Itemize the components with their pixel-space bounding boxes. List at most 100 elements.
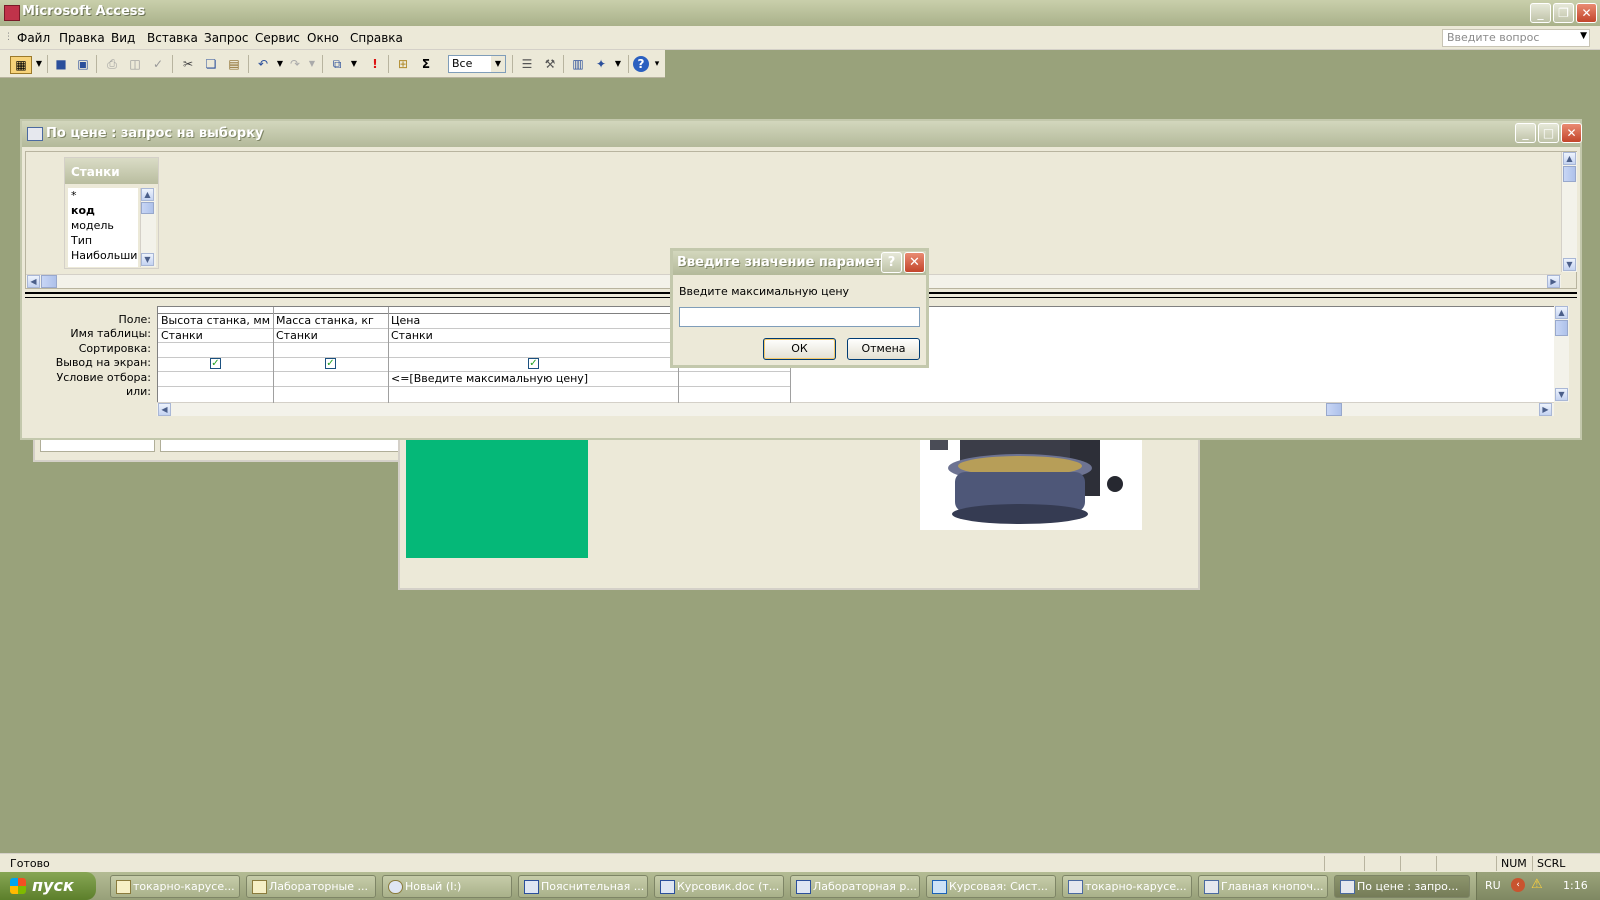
menu-help[interactable]: Справка (350, 31, 403, 45)
table-pane-vscroll[interactable]: ▲ ▼ (1561, 152, 1577, 272)
grid-column[interactable]: Высота станка, мм Станки ✓ (158, 307, 274, 403)
query-close-button[interactable]: ✕ (1561, 123, 1582, 143)
taskbar-item[interactable]: токарно-карусе... (110, 875, 240, 898)
paste-icon[interactable]: ▤ (226, 56, 242, 72)
scroll-right-icon[interactable]: ▶ (1547, 275, 1560, 288)
close-button[interactable]: ✕ (1576, 3, 1597, 23)
preview-icon[interactable]: ◫ (127, 56, 143, 72)
grid-cell-sort[interactable] (273, 343, 276, 357)
field-list-item[interactable]: код (68, 203, 138, 218)
scroll-left-icon[interactable]: ◀ (158, 403, 171, 416)
menu-tools[interactable]: Сервис (255, 31, 300, 45)
ok-button[interactable]: ОК (763, 338, 836, 360)
view-dropdown-icon[interactable]: ▼ (31, 56, 47, 72)
grid-vscroll[interactable]: ▲ ▼ (1553, 306, 1569, 402)
scroll-thumb[interactable] (141, 202, 154, 214)
scroll-down-icon[interactable]: ▼ (1563, 258, 1576, 271)
grid-cell-field[interactable]: Высота станка, мм (158, 314, 273, 328)
field-list-item[interactable]: Тип (68, 233, 138, 248)
dialog-help-button[interactable]: ? (881, 252, 902, 273)
cancel-button[interactable]: Отмена (847, 338, 920, 360)
grid-cell-table[interactable]: Станки (158, 329, 203, 343)
menu-query[interactable]: Запрос (204, 31, 248, 45)
taskbar-item[interactable]: Новый (I:) (382, 875, 512, 898)
view-icon[interactable]: ▦ (10, 56, 32, 74)
save-as-icon[interactable]: ▣ (75, 56, 91, 72)
run-icon[interactable]: ! (367, 56, 383, 72)
redo-dropdown-icon[interactable]: ▼ (304, 56, 320, 72)
save-icon[interactable]: ■ (53, 56, 69, 72)
grid-cell-sort[interactable] (388, 343, 391, 357)
grid-cell-table[interactable]: Станки (388, 329, 433, 343)
toolbar-options-icon[interactable]: ▾ (651, 56, 663, 72)
taskbar-item-active[interactable]: По цене : запро... (1334, 875, 1470, 898)
ask-question-input[interactable]: Введите вопрос ▼ (1442, 29, 1590, 47)
field-list-item[interactable]: Наибольший (68, 248, 138, 263)
grid-cell-table[interactable]: Станки (273, 329, 318, 343)
taskbar-item[interactable]: Курсовая: Сист... (926, 875, 1056, 898)
taskbar-item[interactable]: Главная кнопоч... (1198, 875, 1328, 898)
taskbar-item[interactable]: Лабораторная р... (790, 875, 920, 898)
grid-hscroll[interactable]: ◀ ▶ (157, 402, 1554, 416)
scroll-up-icon[interactable]: ▲ (1555, 306, 1568, 319)
field-list-stanki[interactable]: Станки * код модель Тип Наибольший ▲ ▼ (64, 157, 159, 269)
grid-column[interactable]: Масса станка, кг Станки ✓ (273, 307, 389, 403)
print-icon[interactable]: ⎙ (104, 56, 120, 72)
grid-cell-criteria[interactable] (273, 372, 276, 386)
show-checkbox[interactable]: ✓ (528, 358, 539, 369)
restore-button[interactable]: ❐ (1553, 3, 1574, 23)
menu-file[interactable]: Файл (17, 31, 50, 45)
new-object-dropdown-icon[interactable]: ▼ (610, 56, 626, 72)
scroll-thumb[interactable] (1563, 166, 1576, 182)
undo-dropdown-icon[interactable]: ▼ (272, 56, 288, 72)
field-list-item[interactable]: модель (68, 218, 138, 233)
properties-icon[interactable]: ☰ (519, 56, 535, 72)
show-table-icon[interactable]: ⊞ (395, 56, 411, 72)
spell-icon[interactable]: ✓ (150, 56, 166, 72)
taskbar-item[interactable]: Пояснительная ... (518, 875, 648, 898)
grid-cell-field[interactable]: Цена (388, 314, 420, 328)
scroll-thumb[interactable] (41, 275, 57, 288)
query-maximize-button[interactable]: □ (1538, 123, 1559, 143)
menu-edit[interactable]: Правка (59, 31, 105, 45)
grid-cell-criteria[interactable]: <=[Введите максимальную цену] (388, 372, 588, 386)
scroll-down-icon[interactable]: ▼ (1555, 388, 1568, 401)
totals-icon[interactable]: Σ (418, 56, 434, 72)
help-icon[interactable]: ? (633, 56, 649, 72)
copy-icon[interactable]: ❏ (203, 56, 219, 72)
scroll-up-icon[interactable]: ▲ (1563, 152, 1576, 165)
taskbar-item[interactable]: Курсовик.doc (т... (654, 875, 784, 898)
menu-view[interactable]: Вид (111, 31, 135, 45)
build-icon[interactable]: ⚒ (542, 56, 558, 72)
taskbar-item[interactable]: Лабораторные ... (246, 875, 376, 898)
grid-cell-field[interactable]: Масса станка, кг (273, 314, 388, 328)
minimize-button[interactable]: _ (1530, 3, 1551, 23)
field-list-item[interactable]: * (68, 188, 138, 203)
undo-icon[interactable]: ↶ (255, 56, 271, 72)
scroll-up-icon[interactable]: ▲ (141, 188, 154, 201)
dialog-close-button[interactable]: ✕ (904, 252, 925, 273)
database-window-icon[interactable]: ▥ (570, 56, 586, 72)
grid-cell-sort[interactable] (158, 343, 161, 357)
chevron-down-icon[interactable]: ▼ (1580, 31, 1587, 41)
query-type-icon[interactable]: ⧉ (329, 56, 345, 72)
top-values-select[interactable]: Все ▼ (448, 55, 506, 73)
query-type-dropdown-icon[interactable]: ▼ (346, 56, 362, 72)
scroll-thumb[interactable] (1326, 403, 1342, 416)
scroll-down-icon[interactable]: ▼ (141, 253, 154, 266)
query-minimize-button[interactable]: _ (1515, 123, 1536, 143)
grid-column[interactable]: Цена Станки ✓ <=[Введите максимальную це… (388, 307, 679, 403)
menu-insert[interactable]: Вставка (147, 31, 198, 45)
cut-icon[interactable]: ✂ (180, 56, 196, 72)
taskbar-item[interactable]: токарно-карусе... (1062, 875, 1192, 898)
security-warning-icon[interactable]: ⚠ (1531, 877, 1543, 892)
grid-cell-criteria[interactable] (158, 372, 161, 386)
redo-icon[interactable]: ↷ (287, 56, 303, 72)
scroll-left-icon[interactable]: ◀ (27, 275, 40, 288)
show-checkbox[interactable]: ✓ (210, 358, 221, 369)
chevron-down-icon[interactable]: ▼ (491, 56, 505, 72)
menu-window[interactable]: Окно (307, 31, 339, 45)
scroll-right-icon[interactable]: ▶ (1539, 403, 1552, 416)
language-indicator[interactable]: RU (1485, 879, 1501, 892)
scroll-thumb[interactable] (1555, 320, 1568, 336)
